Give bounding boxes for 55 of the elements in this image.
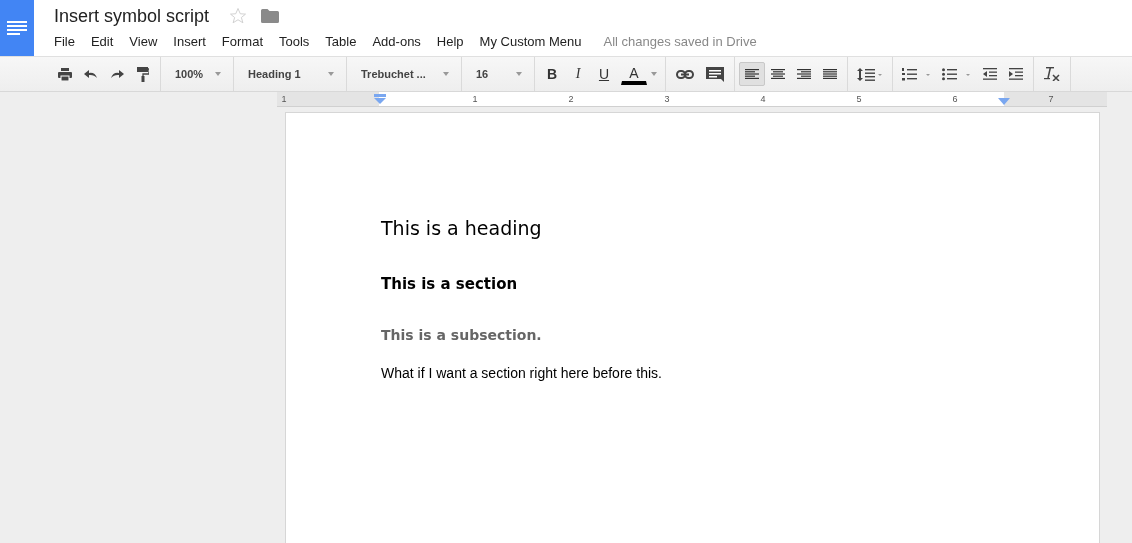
bulleted-list-icon: [942, 67, 972, 81]
outdent-icon: [983, 68, 997, 80]
paint-roller-icon: [137, 66, 149, 82]
numbered-list-icon: [902, 67, 932, 81]
indent-marker-icon[interactable]: [998, 98, 1010, 105]
redo-icon: [110, 69, 124, 79]
ruler-number: 3: [663, 93, 671, 106]
paragraph: This is a subsection.: [381, 327, 543, 343]
docs-logo[interactable]: [0, 0, 34, 56]
align-left-button[interactable]: [739, 62, 765, 86]
paragraph: This is a heading: [381, 217, 543, 239]
menu-item[interactable]: Format: [221, 33, 263, 49]
document-title[interactable]: Insert symbol script: [54, 5, 210, 27]
ruler-number: 7: [1047, 93, 1055, 106]
clear-formatting-icon: [1044, 67, 1060, 81]
ruler-number: 2: [567, 93, 575, 106]
print-icon: [58, 67, 72, 81]
color-button[interactable]: A: [621, 63, 647, 85]
indent-icon: [1009, 68, 1023, 80]
menu-item[interactable]: My Custom Menu: [479, 33, 582, 49]
save-status: All changes saved in Drive: [603, 33, 757, 49]
menu-item[interactable]: Table: [325, 33, 357, 49]
align-icon: [771, 68, 785, 80]
paragraph: This is a section: [381, 275, 519, 293]
ruler-number: 6: [951, 93, 959, 106]
undo-icon: [84, 69, 98, 79]
ruler-number: 5: [855, 93, 863, 106]
style-dropdown[interactable]: Heading 1: [238, 62, 342, 86]
font-dropdown[interactable]: Trebuchet ...: [351, 62, 457, 86]
menu-item[interactable]: Tools: [279, 33, 310, 49]
ruler-number: 1: [280, 93, 288, 106]
ruler-number: 1: [471, 93, 479, 106]
align-icon: [745, 68, 759, 80]
menu-item[interactable]: Help: [436, 33, 464, 49]
menu-icon: [7, 21, 27, 35]
menu-item[interactable]: Insert: [173, 33, 206, 49]
folder-icon[interactable]: [261, 9, 280, 23]
menu-item[interactable]: Edit: [90, 33, 114, 49]
bold-button[interactable]: B: [539, 62, 565, 86]
align-icon: [797, 68, 811, 80]
star-icon[interactable]: [229, 7, 248, 25]
italic-button[interactable]: I: [565, 62, 591, 86]
underline-button[interactable]: U: [591, 62, 617, 86]
menu-item[interactable]: File: [54, 33, 75, 49]
comment-icon: [706, 66, 724, 82]
link-icon: [676, 69, 694, 79]
font-size-dropdown[interactable]: 16: [466, 62, 530, 86]
zoom-dropdown[interactable]: 100%: [165, 62, 229, 86]
indent-marker-icon[interactable]: [374, 94, 386, 104]
menu-item[interactable]: View: [129, 33, 158, 49]
menu-item[interactable]: Add-ons: [372, 33, 421, 49]
line-spacing-icon: [857, 67, 883, 81]
ruler-number: 4: [759, 93, 767, 106]
paragraph: What if I want a section right here before this.: [381, 365, 663, 381]
align-icon: [823, 68, 837, 80]
